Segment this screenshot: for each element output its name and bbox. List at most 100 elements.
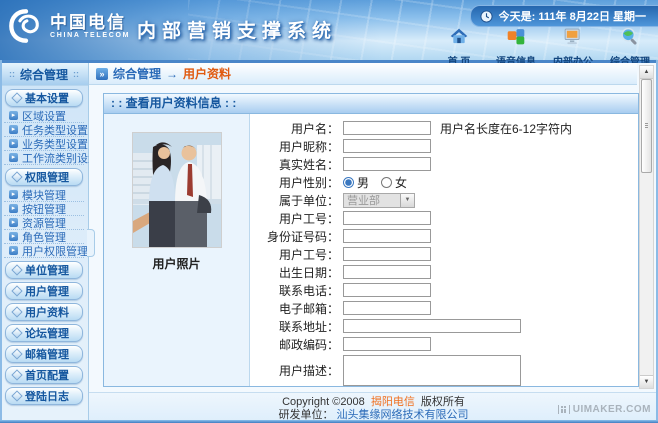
sidebar-section-button[interactable]: 论坛管理	[5, 324, 83, 342]
sidebar-title: :: 综合管理 ::	[0, 63, 88, 86]
scroll-thumb-grip	[645, 123, 648, 124]
field-label: 电子邮箱：	[263, 300, 339, 317]
user-photo	[132, 132, 222, 248]
text-input[interactable]	[343, 121, 431, 135]
sidebar-section-label: 用户管理	[25, 283, 69, 299]
description-textarea[interactable]	[343, 355, 521, 386]
main-area: » 综合管理 → 用户资料 : : 查看用户资料信息 : :	[89, 63, 658, 423]
arrow-bullet-icon: ▸	[9, 125, 18, 134]
breadcrumb-icon: »	[96, 68, 108, 80]
panel-title: : : 查看用户资料信息 : :	[104, 94, 638, 114]
form-row: 真实姓名：	[263, 155, 638, 173]
decor-right: ::	[73, 69, 79, 79]
radio-button[interactable]	[343, 177, 354, 188]
radio-label: 男	[357, 174, 369, 191]
date-display: 今天是: 111年 8月22日 星期一	[470, 5, 658, 27]
voice-cubes-icon	[505, 26, 527, 52]
field-label: 出生日期：	[263, 264, 339, 281]
user-info-panel: : : 查看用户资料信息 : :	[103, 93, 639, 387]
breadcrumb-current: 用户资料	[183, 65, 231, 82]
radio-button[interactable]	[381, 177, 392, 188]
field-label: 身份证号码：	[263, 228, 339, 245]
text-input[interactable]	[343, 319, 521, 333]
nav-voice-cubes[interactable]: 语音信息	[492, 26, 540, 68]
sidebar-link[interactable]: ▸工作流类别设置	[4, 151, 84, 165]
diamond-icon	[11, 369, 22, 380]
photo-caption: 用户照片	[104, 255, 249, 272]
sidebar-section-button[interactable]: 单位管理	[5, 261, 83, 279]
breadcrumb-parent[interactable]: 综合管理	[113, 65, 161, 82]
system-title: 内部营销支撑系统	[137, 16, 337, 43]
home-icon	[448, 26, 470, 52]
field-label: 用户名：	[263, 120, 339, 137]
date-text: 今天是: 111年 8月22日 星期一	[499, 8, 646, 24]
form-row: 用户昵称：	[263, 137, 638, 155]
app-window: 中国电信 CHINA TELECOM 内部营销支撑系统 今天是: 111年 8月…	[0, 0, 658, 423]
sidebar-section-button[interactable]: 权限管理	[5, 168, 83, 186]
form-row: 用户名：用户名长度在6-12字符内	[263, 119, 638, 137]
form-row: 联系电话：	[263, 281, 638, 299]
sidebar-link-label: 用户权限管理	[22, 243, 88, 259]
vertical-scrollbar[interactable]: ▲ ▼	[639, 65, 654, 389]
arrow-bullet-icon: ▸	[9, 246, 18, 255]
text-input[interactable]	[343, 211, 431, 225]
field-label: 用户性别：	[263, 174, 339, 191]
field-label: 真实姓名：	[263, 156, 339, 173]
field-label: 属于单位：	[263, 192, 339, 209]
text-input[interactable]	[343, 247, 431, 261]
scroll-down-button[interactable]: ▼	[640, 375, 653, 388]
clock-icon	[480, 10, 493, 23]
scroll-thumb[interactable]	[641, 79, 652, 173]
sidebar-section-button[interactable]: 用户资料	[5, 303, 83, 321]
sidebar-section-button[interactable]: 首页配置	[5, 366, 83, 384]
sidebar-section-button[interactable]: 登陆日志	[5, 387, 83, 405]
logo-en: CHINA TELECOM	[50, 32, 130, 39]
sidebar-section-label: 论坛管理	[25, 325, 69, 341]
sidebar-section-label: 基本设置	[25, 90, 69, 106]
form-row: 身份证号码：	[263, 227, 638, 245]
form-row: 联系地址：	[263, 317, 638, 335]
field-label: 联系电话：	[263, 282, 339, 299]
sidebar-section-button[interactable]: 基本设置	[5, 89, 83, 107]
text-input[interactable]	[343, 157, 431, 171]
sidebar-collapse-handle[interactable]	[87, 229, 95, 257]
text-input[interactable]	[343, 337, 431, 351]
diamond-icon	[11, 306, 22, 317]
chevron-down-icon: ▼	[400, 194, 414, 207]
form-row: 用户性别： 男女	[263, 173, 638, 191]
nav-admin-search[interactable]: 综合管理	[606, 26, 654, 68]
office-computer-icon	[562, 26, 584, 52]
radio-option[interactable]: 男	[343, 174, 369, 191]
sidebar-link[interactable]: ▸用户权限管理	[4, 244, 84, 258]
field-label: 用户工号：	[263, 246, 339, 263]
arrow-bullet-icon: ▸	[9, 232, 18, 241]
uimaker-watermark: UIMAKER.COM	[558, 404, 651, 415]
scroll-up-button[interactable]: ▲	[640, 66, 653, 79]
nav-home[interactable]: 首 页	[435, 26, 483, 68]
sidebar: :: 综合管理 :: 基本设置▸区域设置▸任务类型设置▸业务类型设置▸工作流类别…	[0, 63, 89, 423]
radio-option[interactable]: 女	[381, 174, 407, 191]
form-row: 用户描述：	[263, 353, 638, 387]
arrow-bullet-icon: ▸	[9, 204, 18, 213]
field-label: 用户昵称：	[263, 138, 339, 155]
body-row: :: 综合管理 :: 基本设置▸区域设置▸任务类型设置▸业务类型设置▸工作流类别…	[0, 63, 658, 423]
sidebar-section-button[interactable]: 邮箱管理	[5, 345, 83, 363]
text-input[interactable]	[343, 283, 431, 297]
sidebar-section-button[interactable]: 用户管理	[5, 282, 83, 300]
form-row: 属于单位： 营业部▼	[263, 191, 638, 209]
text-input[interactable]	[343, 229, 431, 243]
telecom-logo-icon	[7, 7, 45, 45]
text-input[interactable]	[343, 139, 431, 153]
nav-office-computer[interactable]: 内部办公	[549, 26, 597, 68]
text-input[interactable]	[343, 265, 431, 279]
text-input[interactable]	[343, 301, 431, 315]
unit-select[interactable]: 营业部▼	[343, 193, 415, 208]
top-nav: 首 页语音信息内部办公综合管理	[435, 26, 654, 68]
footer: Copyright ©2008 揭阳电信 版权所有 研发单位： 汕头集缘网络技术…	[89, 392, 658, 423]
form-row: 用户工号：	[263, 209, 638, 227]
admin-search-icon	[619, 26, 641, 52]
watermark-text: UIMAKER.COM	[573, 404, 651, 415]
left-frame-edge	[0, 60, 2, 423]
user-photo-image	[133, 133, 221, 247]
arrow-bullet-icon: ▸	[9, 190, 18, 199]
